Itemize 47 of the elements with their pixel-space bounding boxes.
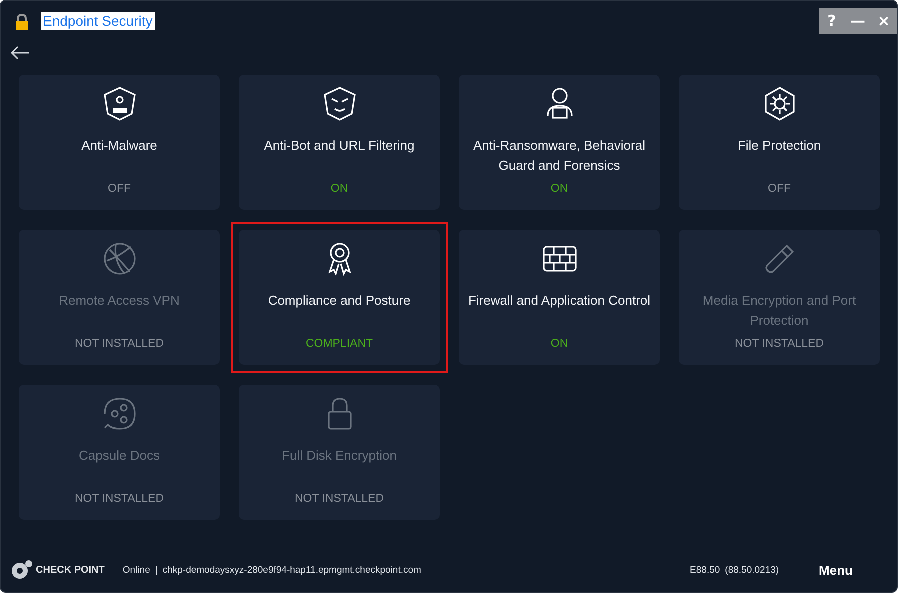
module-title: File Protection [736, 137, 822, 155]
separator-text: | [155, 564, 158, 576]
connection-status: Online [122, 564, 150, 576]
module-title: Anti-Ransomware, Behavioral Guard and Forensics [472, 137, 646, 175]
module-status: ON [550, 338, 568, 350]
module-card[interactable]: Anti-Malware OFF [19, 75, 220, 210]
module-title: Anti-Bot and URL Filtering [263, 137, 416, 155]
padlock-icon [15, 14, 29, 30]
module-status: ON [330, 183, 348, 195]
module-card[interactable]: Anti-Ransomware, Behavioral Guard and Forensics ON [459, 75, 660, 210]
server-address: chkp-demodaysxyz-280e9f94-hap11.epmgmt.checkpoint.com [162, 564, 422, 576]
brick-wall-icon [542, 244, 578, 274]
brand-name: CHECK POINT [36, 564, 105, 576]
build-number: (88.50.0213) [725, 564, 780, 576]
module-card[interactable]: Firewall and Application Control ON [459, 230, 660, 365]
module-card[interactable]: Compliance and Posture COMPLIANT [239, 230, 440, 365]
globe-icon [102, 241, 138, 277]
module-title: Capsule Docs [78, 447, 161, 465]
module-card[interactable]: Full Disk Encryption NOT INSTALLED [239, 385, 440, 520]
module-status: OFF [108, 183, 131, 195]
module-title: Compliance and Posture [267, 292, 412, 310]
hexagon-gear-icon [762, 86, 796, 122]
window-title: Endpoint Security [41, 12, 155, 30]
module-card[interactable]: Anti-Bot and URL Filtering ON [239, 75, 440, 210]
angry-face-shield-icon [322, 86, 356, 122]
menu-button[interactable]: Menu [819, 562, 853, 578]
back-arrow-icon[interactable] [10, 46, 30, 60]
padlock-icon [326, 396, 354, 432]
module-title: Anti-Malware [80, 137, 158, 155]
module-status: NOT INSTALLED [294, 493, 384, 505]
module-title: Media Encryption and Port Protection [702, 292, 858, 330]
logo-icon [11, 560, 33, 580]
shield-icon [102, 86, 136, 122]
module-status: COMPLIANT [306, 338, 374, 350]
module-status: OFF [768, 183, 791, 195]
module-card[interactable]: Media Encryption and Port Protection NOT INSTALLED [679, 230, 880, 365]
module-status: NOT INSTALLED [734, 338, 824, 350]
module-title: Firewall and Application Control [467, 292, 652, 310]
version-text: E88.50 [690, 564, 720, 576]
module-status: NOT INSTALLED [74, 338, 164, 350]
module-status: NOT INSTALLED [74, 493, 164, 505]
module-card[interactable]: Remote Access VPN NOT INSTALLED [19, 230, 220, 365]
module-title: Remote Access VPN [58, 292, 181, 310]
module-title: Full Disk Encryption [281, 447, 398, 465]
module-status: ON [550, 183, 568, 195]
module-card[interactable]: File Protection OFF [679, 75, 880, 210]
module-card[interactable]: Capsule Docs NOT INSTALLED [19, 385, 220, 520]
